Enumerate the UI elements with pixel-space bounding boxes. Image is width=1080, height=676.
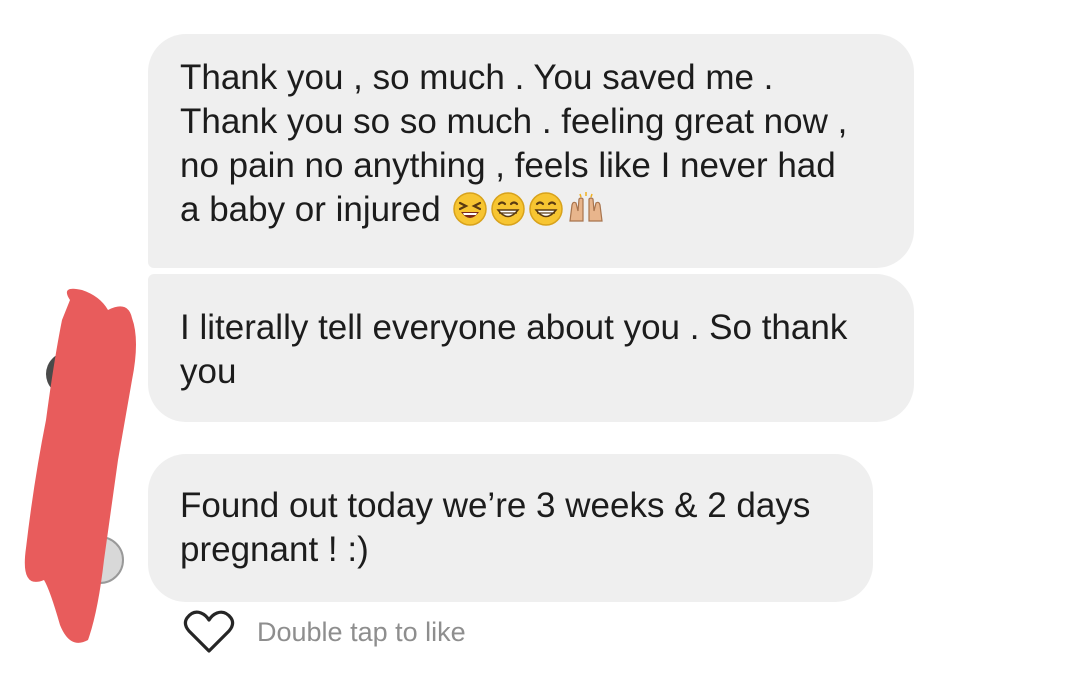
message-bubble[interactable]: Found out today we’re 3 weeks & 2 days p…: [148, 454, 873, 602]
like-row[interactable]: Double tap to like: [183, 608, 466, 656]
sender-avatar[interactable]: [76, 536, 124, 584]
double-tap-hint: Double tap to like: [257, 616, 466, 647]
raising-hands-emoji: [569, 192, 604, 222]
sender-avatar[interactable]: [46, 352, 90, 396]
message-bubble[interactable]: Thank you , so much . You saved me . Tha…: [148, 34, 914, 268]
grinning-face-emoji: [529, 192, 564, 226]
grinning-face-emoji: [491, 192, 526, 226]
message-text: I literally tell everyone about you . So…: [180, 308, 848, 391]
laughing-face-emoji: [453, 192, 488, 226]
heart-outline-icon[interactable]: [183, 609, 235, 655]
message-bubble[interactable]: I literally tell everyone about you . So…: [148, 274, 914, 422]
message-text: Found out today we’re 3 weeks & 2 days p…: [180, 486, 811, 569]
